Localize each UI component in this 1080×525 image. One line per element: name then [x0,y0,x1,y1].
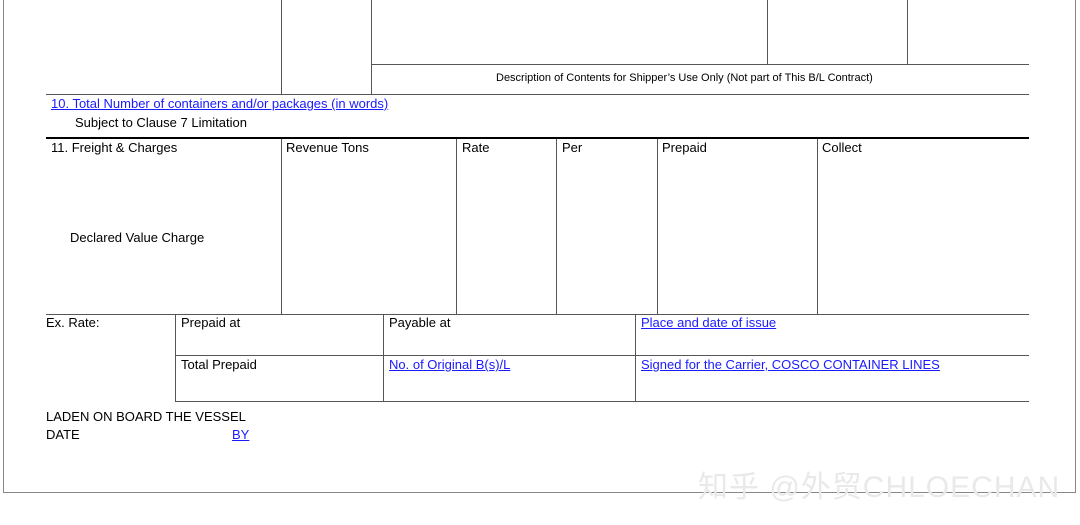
freight-header-charges: 11. Freight & Charges [51,140,178,155]
form-left-border [3,0,4,492]
freight-header-per: Per [562,140,583,155]
freight-col-divider-2 [456,139,457,314]
freight-col-divider-4 [657,139,658,314]
watermark: 知乎 @外贸CHLOECHAN [698,471,1061,504]
laden-on-board-label: LADEN ON BOARD THE VESSEL [46,409,246,424]
freight-col-divider-1 [281,139,282,314]
by-link[interactable]: BY [232,427,249,442]
footer-bottom-rule [175,401,1029,402]
place-date-issue-link[interactable]: Place and date of issue [641,315,776,330]
section-thick-rule [46,137,1029,139]
original-bl-link[interactable]: No. of Original B(s)/L [389,357,510,372]
freight-header-revenue-tons: Revenue Tons [286,140,369,155]
freight-header-prepaid: Prepaid [662,140,707,155]
total-containers-label[interactable]: 10. Total Number of containers and/or pa… [51,96,388,111]
clause-limitation-text: Subject to Clause 7 Limitation [75,115,247,130]
freight-header-rate: Rate [462,140,490,155]
description-bottom-rule [46,94,1029,95]
top-divider-3 [767,0,768,64]
freight-col-divider-3 [556,139,557,314]
freight-header-collect: Collect [822,140,862,155]
declared-value-charge: Declared Value Charge [70,230,205,245]
footer-col-divider-3 [635,314,636,401]
description-top-rule [371,64,1029,65]
prepaid-at-label: Prepaid at [181,315,241,330]
footer-middle-rule [175,355,1029,356]
top-divider-4 [907,0,908,64]
top-divider-2 [371,0,372,94]
payable-at-label: Payable at [389,315,451,330]
top-divider-1 [281,0,282,94]
form-right-border [1075,0,1076,492]
signed-for-carrier-link[interactable]: Signed for the Carrier, COSCO CONTAINER … [641,357,940,372]
footer-col-divider-2 [383,314,384,401]
description-note: Description of Contents for Shipper’s Us… [496,72,873,84]
footer-col-divider-1 [175,314,176,401]
total-prepaid-label: Total Prepaid [181,357,257,372]
freight-col-divider-5 [817,139,818,314]
date-label: DATE [46,427,80,442]
ex-rate-label: Ex. Rate: [46,315,100,330]
